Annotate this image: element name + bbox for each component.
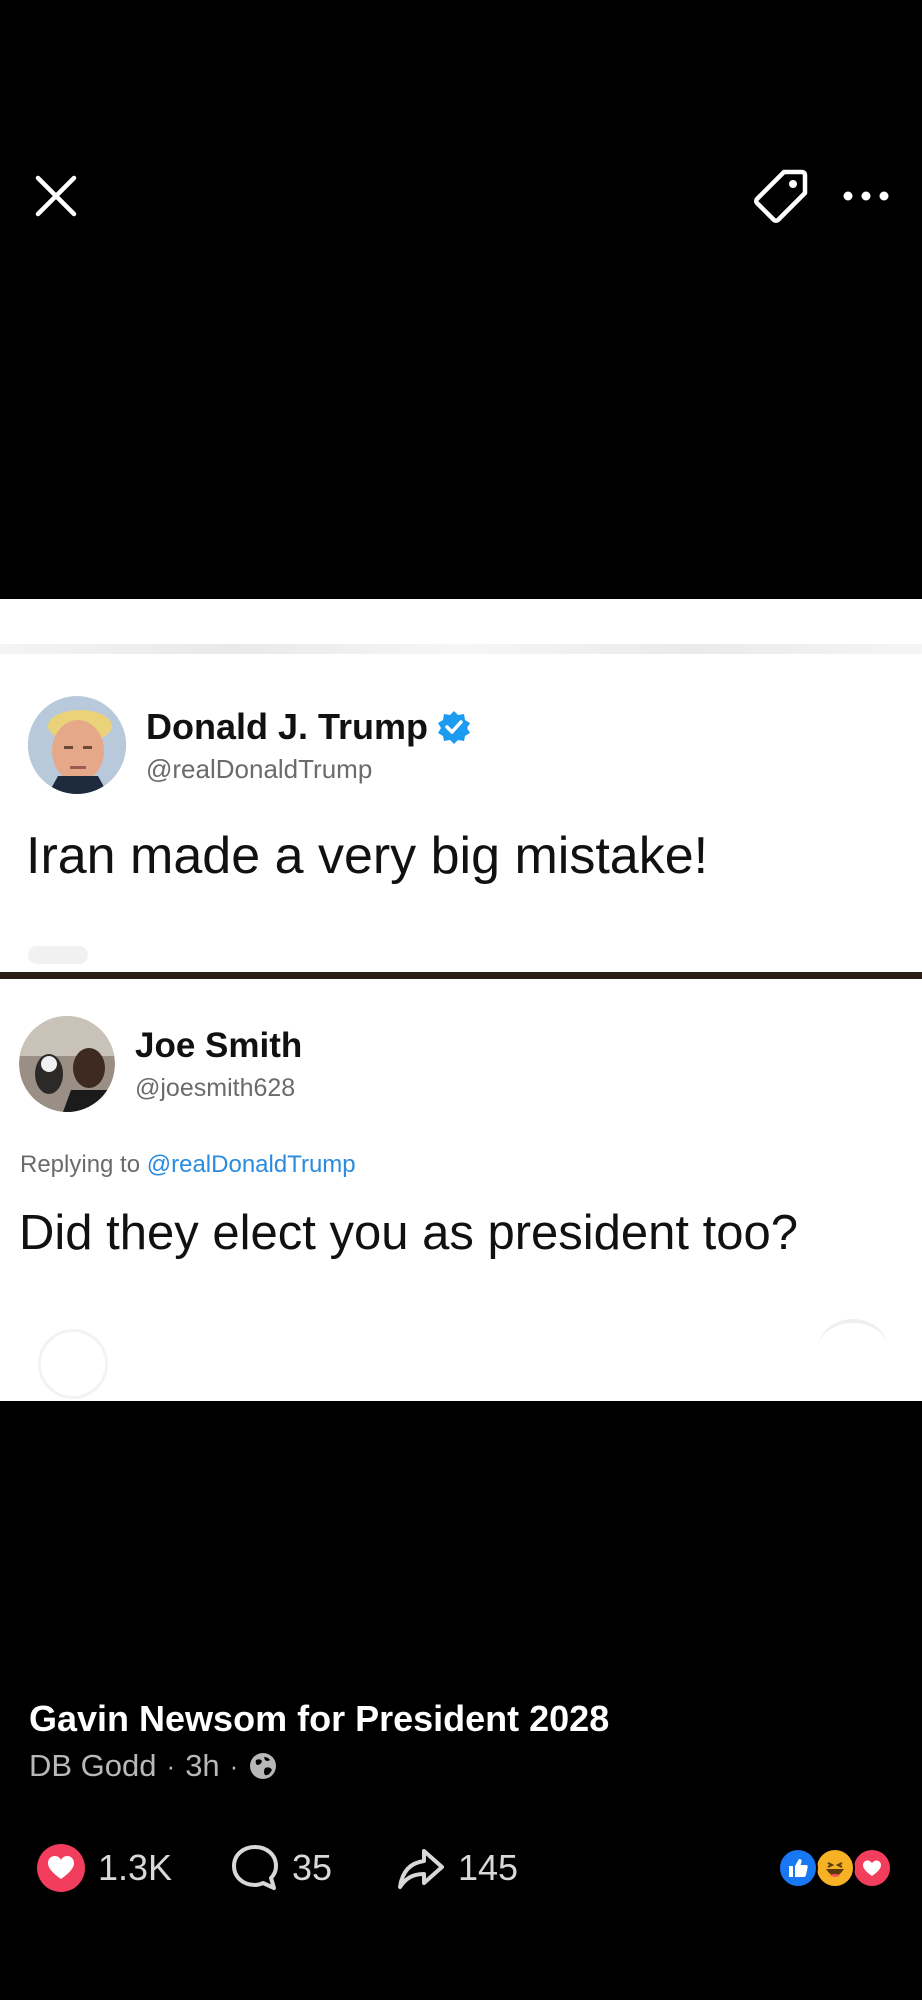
tag-icon bbox=[754, 169, 808, 223]
replying-to-line: Replying to @realDonaldTrump bbox=[20, 1151, 356, 1179]
like-count: 1.3K bbox=[98, 1847, 173, 1888]
love-reaction-icon bbox=[852, 1848, 892, 1888]
avatar bbox=[19, 1016, 115, 1112]
joe-smith-avatar-image bbox=[19, 1016, 115, 1112]
post-meta: DB Godd · 3h · bbox=[29, 1748, 609, 1784]
image-artifact bbox=[28, 946, 88, 964]
more-options-button[interactable] bbox=[836, 170, 896, 222]
share-arrow-icon bbox=[398, 1849, 444, 1889]
post-caption: Gavin Newsom for President 2028 DB Godd … bbox=[29, 1698, 609, 1784]
like-reaction-icon bbox=[778, 1848, 818, 1888]
comment-count: 35 bbox=[292, 1847, 333, 1888]
share-button[interactable]: 145 bbox=[396, 1838, 518, 1898]
share-count: 145 bbox=[458, 1847, 519, 1888]
comment-bubble-icon bbox=[232, 1845, 278, 1890]
comment-button[interactable]: 35 bbox=[230, 1838, 332, 1898]
reply-author-handle: @joesmith628 bbox=[135, 1073, 296, 1102]
reactions-summary[interactable] bbox=[778, 1848, 896, 1892]
image-artifact bbox=[0, 644, 922, 654]
close-button[interactable] bbox=[26, 166, 86, 226]
haha-reaction-icon bbox=[815, 1848, 855, 1888]
post-time[interactable]: 3h bbox=[185, 1748, 219, 1784]
reply-author-name: Joe Smith bbox=[135, 1025, 303, 1065]
more-horizontal-icon bbox=[843, 191, 889, 201]
verified-badge-icon bbox=[438, 710, 471, 744]
separator-dot: · bbox=[229, 1750, 239, 1781]
heart-filled-icon bbox=[37, 1844, 85, 1892]
tweet-divider bbox=[0, 972, 922, 979]
post-title: Gavin Newsom for President 2028 bbox=[29, 1698, 610, 1739]
reply-text: Did they elect you as president too? bbox=[19, 1206, 799, 1260]
avatar bbox=[28, 696, 126, 794]
post-photo[interactable]: Donald J. Trump @realDonaldTrump Iran ma… bbox=[0, 599, 922, 1401]
engagement-bar: 1.3K 35 145 bbox=[0, 1838, 922, 1898]
like-button[interactable]: 1.3K bbox=[36, 1838, 172, 1898]
separator-dot: · bbox=[166, 1750, 176, 1781]
replying-to-mention: @realDonaldTrump bbox=[146, 1151, 356, 1178]
close-icon bbox=[35, 175, 77, 217]
trump-avatar-image bbox=[28, 696, 126, 794]
tweet-author-handle: @realDonaldTrump bbox=[146, 753, 373, 784]
post-author[interactable]: DB Godd bbox=[29, 1748, 157, 1784]
image-artifact bbox=[38, 1329, 108, 1399]
replying-to-prefix: Replying to bbox=[20, 1151, 141, 1178]
tweet-text: Iran made a very big mistake! bbox=[26, 827, 709, 885]
tweet-author-name: Donald J. Trump bbox=[146, 705, 429, 747]
tag-button[interactable] bbox=[748, 164, 812, 228]
globe-icon bbox=[250, 1753, 277, 1779]
reply-header: Joe Smith @joesmith628 bbox=[19, 1016, 302, 1112]
tweet-header: Donald J. Trump @realDonaldTrump bbox=[28, 696, 472, 794]
image-artifact bbox=[818, 1319, 888, 1379]
